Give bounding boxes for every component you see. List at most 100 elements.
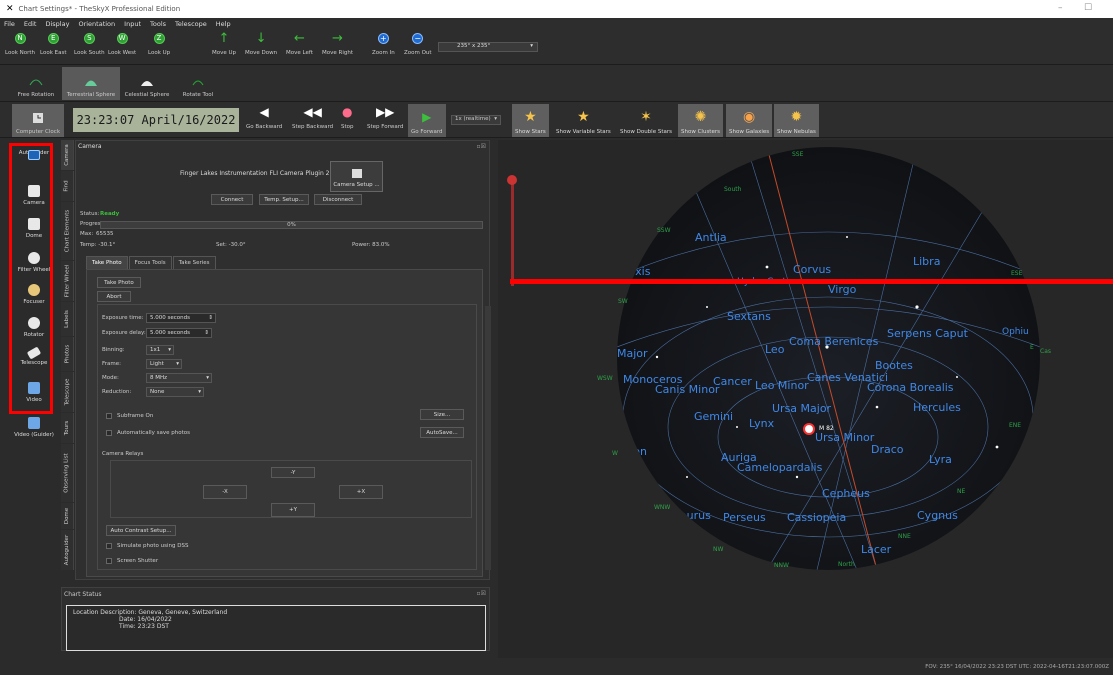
zoom-in-button[interactable]: + Zoom In (372, 33, 395, 56)
device-video-guider[interactable]: Video (Guider) (8, 417, 60, 438)
take-photo-button[interactable]: Take Photo (97, 277, 141, 288)
exposure-delay-input[interactable]: 5.000 seconds ⇕ (146, 328, 212, 338)
exposure-time-input[interactable]: 5.000 seconds ⇕ (146, 313, 216, 323)
vtab-chart-elements[interactable]: Chart Elements (61, 202, 74, 260)
binning-select[interactable]: 1x1 ▾ (146, 345, 174, 355)
mode-select[interactable]: 8 MHz ▾ (146, 373, 212, 383)
go-forward-button[interactable]: ▶ Go Forward (408, 104, 446, 137)
vtab-camera[interactable]: Camera (61, 140, 74, 170)
menu-telescope[interactable]: Telescope (175, 20, 207, 28)
vtab-observing-list[interactable]: Observing List (61, 444, 74, 502)
show-stars-button[interactable]: ★ Show Stars (512, 104, 549, 137)
abort-button[interactable]: Abort (97, 291, 131, 302)
show-clusters-button[interactable]: ✺ Show Clusters (678, 104, 723, 137)
step-backward-button[interactable]: ◀◀ Step Backward (292, 106, 333, 130)
vtab-dome[interactable]: Dome (61, 503, 74, 529)
camera-setup-button[interactable]: Camera Setup ... (330, 161, 383, 192)
vtab-telescope[interactable]: Telescope (61, 372, 74, 412)
auto-contrast-button[interactable]: Auto Contrast Setup... (106, 525, 176, 536)
temp-setup-button[interactable]: Temp. Setup... (259, 194, 309, 205)
move-right-button[interactable]: → Move Right (322, 32, 353, 56)
menu-display[interactable]: Display (45, 20, 69, 28)
show-nebulas-button[interactable]: ✹ Show Nebulas (774, 104, 819, 137)
compass-n-icon: N (14, 33, 26, 44)
look-north-button[interactable]: N Look North (5, 33, 35, 56)
stars-icon: ★ (524, 109, 537, 125)
direction-label: NW (713, 546, 724, 553)
fov-select[interactable]: 235° x 235° ▾ (438, 42, 538, 52)
autosave-checkbox[interactable] (106, 430, 112, 436)
relay-plus-y-button[interactable]: +Y (271, 503, 315, 517)
target-marker-icon[interactable] (803, 423, 815, 435)
subframe-checkbox[interactable] (106, 413, 112, 419)
vtab-photos[interactable]: Photos (61, 337, 74, 371)
date-row: Date: 16/04/2022 (73, 616, 479, 623)
app-logo-icon: ✕ (6, 4, 14, 14)
vtab-telescope-label: Telescope (64, 378, 71, 406)
panel-float-close-icon[interactable]: ▫☒ (477, 143, 486, 150)
zoom-out-button[interactable]: − Zoom Out (404, 33, 432, 56)
disconnect-button[interactable]: Disconnect (314, 194, 362, 205)
step-forward-button[interactable]: ▶▶ Step Forward (367, 106, 403, 130)
look-south-button[interactable]: S Look South (74, 33, 105, 56)
go-backward-label: Go Backward (246, 124, 283, 130)
tab-take-photo[interactable]: Take Photo (86, 256, 128, 269)
move-down-button[interactable]: ↓ Move Down (245, 32, 277, 56)
screen-shutter-checkbox[interactable] (106, 558, 112, 564)
celestial-sphere-label: Celestial Sphere (124, 92, 170, 98)
go-backward-button[interactable]: ◀ Go Backward (246, 106, 282, 130)
rate-select[interactable]: 1x (realtime) ▾ (451, 115, 501, 125)
relay-plus-x-button[interactable]: +X (339, 485, 383, 499)
menu-input[interactable]: Input (124, 20, 141, 28)
connect-button[interactable]: Connect (211, 194, 253, 205)
frame-label: Frame: (102, 361, 121, 367)
show-variable-stars-button[interactable]: ★ Show Variable Stars (553, 104, 614, 137)
rotate-tool-button[interactable]: Rotate Tool (176, 67, 220, 100)
size-button[interactable]: Size... (420, 409, 464, 420)
menu-help[interactable]: Help (216, 20, 231, 28)
computer-clock-button[interactable]: Computer Clock (12, 104, 64, 137)
move-up-button[interactable]: ↑ Move Up (212, 32, 236, 56)
menu-file[interactable]: File (4, 20, 15, 28)
look-east-button[interactable]: E Look East (40, 33, 67, 56)
move-right-label: Move Right (322, 50, 353, 56)
sky-globe[interactable]: Antlia Pyxis Corvus Libra Hydra Crater V… (617, 147, 1040, 570)
look-up-button[interactable]: Z Look Up (148, 33, 170, 56)
vtab-tours[interactable]: Tours (61, 413, 74, 443)
menu-orientation[interactable]: Orientation (78, 20, 115, 28)
simulate-dss-checkbox[interactable] (106, 543, 112, 549)
time-row: Time: 23:23 DST (73, 623, 479, 630)
show-double-stars-button[interactable]: ✶ Show Double Stars (617, 104, 675, 137)
menu-edit[interactable]: Edit (24, 20, 37, 28)
highlight-box (9, 143, 53, 414)
slider-top-knob[interactable] (507, 175, 517, 185)
celestial-sphere-button[interactable]: Celestial Sphere (121, 67, 173, 100)
vtab-labels[interactable]: Labels (61, 302, 74, 336)
menu-tools[interactable]: Tools (150, 20, 166, 28)
panel-float-close-icon[interactable]: ▫☒ (477, 590, 486, 597)
free-rotation-button[interactable]: Free Rotation (12, 67, 60, 100)
relay-minus-x-button[interactable]: -X (203, 485, 247, 499)
stop-icon: ● (342, 105, 353, 119)
move-left-button[interactable]: ← Move Left (286, 32, 313, 56)
vtab-autoguider[interactable]: Autoguider (61, 530, 74, 570)
show-variable-stars-label: Show Variable Stars (556, 129, 611, 135)
maximize-icon[interactable]: ☐ (1084, 3, 1092, 13)
vtab-filter-wheel[interactable]: Filter Wheel (61, 261, 74, 301)
frame-select[interactable]: Light ▾ (146, 359, 182, 369)
show-galaxies-button[interactable]: ◉ Show Galaxies (726, 104, 773, 137)
relay-minus-y-button[interactable]: -Y (271, 467, 315, 478)
settings-scrollbar[interactable] (485, 306, 491, 570)
autosave-button[interactable]: AutoSave... (420, 427, 464, 438)
look-west-button[interactable]: W Look West (108, 33, 136, 56)
reduction-select[interactable]: None ▾ (146, 387, 204, 397)
zoom-slider[interactable] (511, 176, 514, 286)
stop-button[interactable]: ● Stop (341, 106, 354, 130)
move-left-label: Move Left (286, 50, 313, 56)
tab-focus-tools[interactable]: Focus Tools (128, 256, 172, 269)
tab-take-series[interactable]: Take Series (172, 256, 216, 269)
vtab-find[interactable]: Find (61, 171, 74, 201)
go-backward-icon: ◀ (259, 105, 269, 119)
terrestrial-sphere-button[interactable]: Terrestrial Sphere (62, 67, 120, 100)
minimize-icon[interactable]: – (1058, 3, 1063, 13)
